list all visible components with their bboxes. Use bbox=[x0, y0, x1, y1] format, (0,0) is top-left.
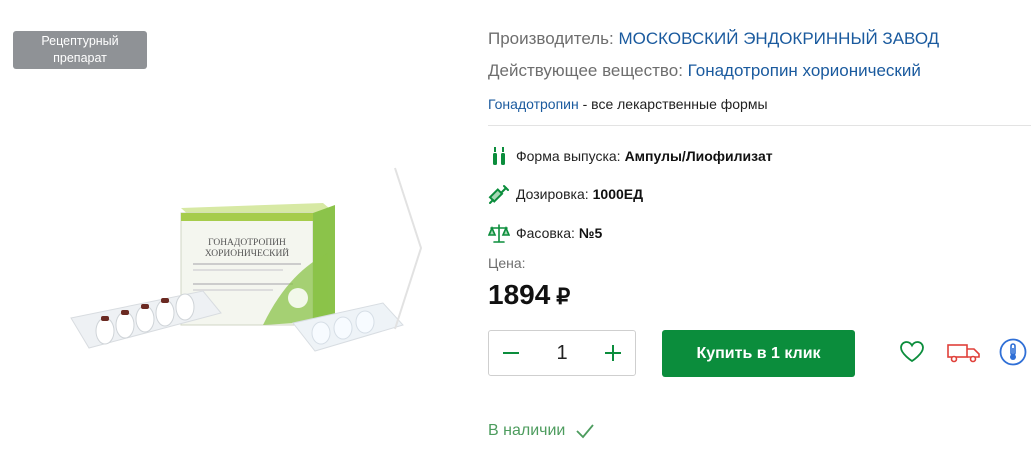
pack-row: Фасовка: №5 bbox=[487, 222, 603, 244]
substance-label: Действующее вещество: bbox=[488, 61, 683, 80]
plus-icon bbox=[605, 345, 621, 361]
availability-text: В наличии bbox=[488, 422, 566, 439]
thermometer-icon bbox=[999, 338, 1027, 366]
delivery-button[interactable] bbox=[946, 337, 982, 367]
price: 1894 ₽ bbox=[488, 279, 570, 311]
quantity-stepper: 1 bbox=[488, 330, 636, 376]
all-forms-row: Гонадотропин - все лекарственные формы bbox=[488, 96, 768, 112]
divider bbox=[488, 125, 1031, 126]
scales-icon bbox=[487, 222, 511, 244]
substance-row: Действующее вещество: Гонадотропин хорио… bbox=[488, 61, 921, 81]
pack-value: №5 bbox=[578, 225, 603, 241]
prescription-badge-line2: препарат bbox=[53, 51, 107, 65]
all-forms-link[interactable]: Гонадотропин bbox=[488, 96, 579, 112]
dosage-row: Дозировка: 1000ЕД bbox=[488, 183, 643, 205]
price-value: 1894 bbox=[488, 279, 551, 310]
currency-symbol: ₽ bbox=[556, 284, 571, 309]
temperature-info-button[interactable] bbox=[998, 337, 1028, 367]
all-forms-text: - все лекарственные формы bbox=[582, 96, 768, 112]
pack-label: Фасовка: bbox=[516, 225, 575, 241]
chevron-right-icon bbox=[394, 167, 423, 330]
prescription-badge: Рецептурный препарат bbox=[13, 31, 147, 69]
ampoule-icon bbox=[488, 145, 510, 167]
box-title-line1: ГОНАДОТРОПИН bbox=[208, 238, 286, 248]
increment-button[interactable] bbox=[591, 331, 635, 375]
favorite-button[interactable] bbox=[897, 337, 927, 367]
product-image[interactable]: ГОНАДОТРОПИН ХОРИОНИЧЕСКИЙ bbox=[53, 153, 413, 373]
buy-one-click-button[interactable]: Купить в 1 клик bbox=[662, 330, 855, 377]
product-gallery: Рецептурный препарат ГОНАДОТРОПИН ХОРИОН… bbox=[13, 28, 453, 449]
box-title-line2: ХОРИОНИЧЕСКИЙ bbox=[205, 247, 289, 259]
delivery-truck-icon bbox=[947, 344, 980, 363]
minus-icon bbox=[503, 352, 519, 354]
prescription-badge-line1: Рецептурный bbox=[41, 34, 119, 48]
dosage-value: 1000ЕД bbox=[592, 186, 644, 202]
manufacturer-label: Производитель: bbox=[488, 29, 614, 48]
quantity-value[interactable]: 1 bbox=[533, 342, 591, 365]
form-label: Форма выпуска: bbox=[516, 148, 621, 164]
syringe-icon bbox=[488, 183, 510, 205]
decrement-button[interactable] bbox=[489, 331, 533, 375]
substance-link[interactable]: Гонадотропин хорионический bbox=[688, 61, 921, 80]
product-info: Производитель: МОСКОВСКИЙ ЭНДОКРИННЫЙ ЗА… bbox=[487, 0, 1031, 449]
form-value: Ампулы/Лиофилизат bbox=[624, 148, 773, 164]
form-row: Форма выпуска: Ампулы/Лиофилизат bbox=[488, 145, 773, 167]
checkmark-icon bbox=[576, 424, 595, 439]
availability-status: В наличии bbox=[488, 422, 595, 440]
price-label: Цена: bbox=[488, 255, 526, 271]
dosage-label: Дозировка: bbox=[516, 186, 589, 202]
gallery-next-arrow[interactable] bbox=[391, 166, 423, 331]
manufacturer-link[interactable]: МОСКОВСКИЙ ЭНДОКРИННЫЙ ЗАВОД bbox=[618, 29, 939, 48]
heart-icon bbox=[900, 341, 924, 363]
manufacturer-row: Производитель: МОСКОВСКИЙ ЭНДОКРИННЫЙ ЗА… bbox=[488, 29, 939, 49]
